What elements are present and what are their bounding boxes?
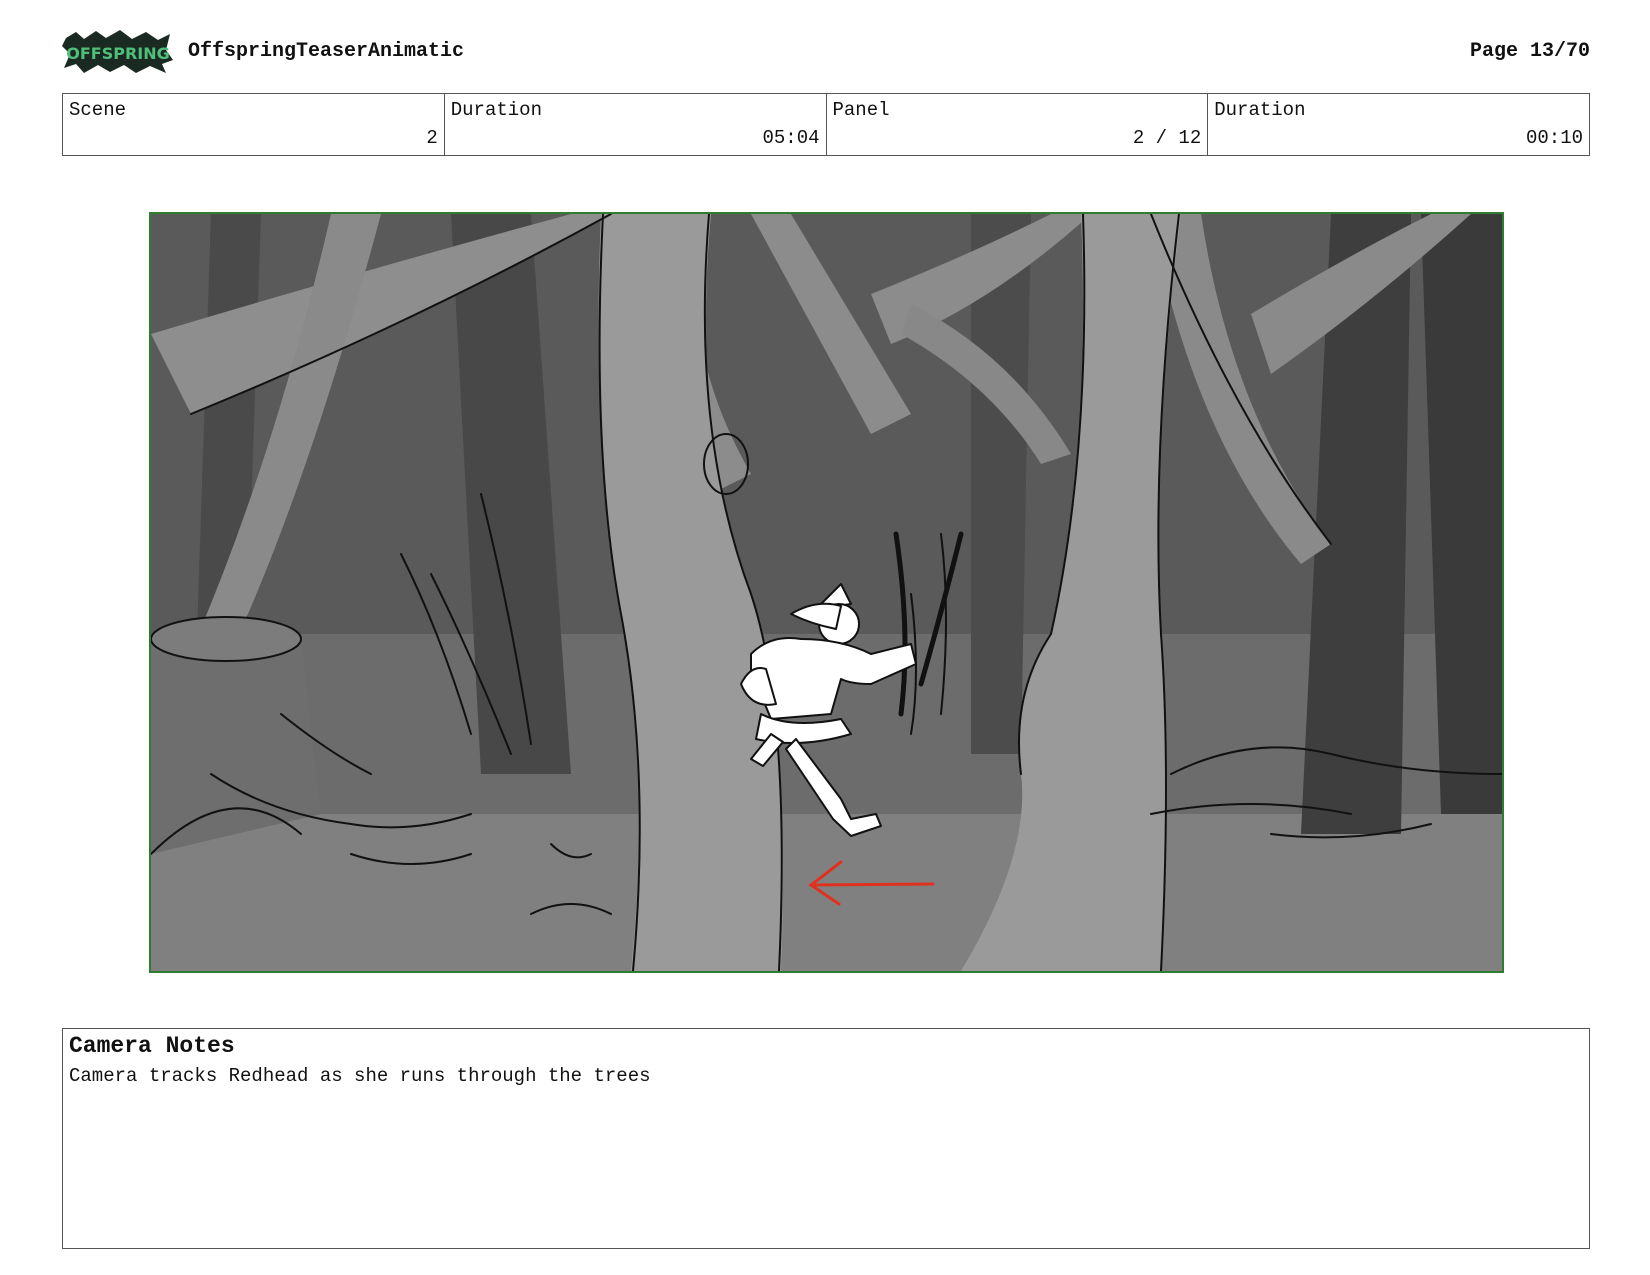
panel-duration-cell: Duration 00:10 xyxy=(1207,94,1589,155)
camera-notes-text: Camera tracks Redhead as she runs throug… xyxy=(69,1065,651,1087)
page-number: Page 13/70 xyxy=(1469,40,1590,63)
camera-notes: Camera Notes Camera tracks Redhead as sh… xyxy=(62,1028,1590,1249)
svg-text:OFFSPRING: OFFSPRING xyxy=(66,44,170,63)
scene-label: Scene xyxy=(69,99,127,121)
page-header: OFFSPRING OffspringTeaserAnimatic Page 1… xyxy=(62,28,1590,74)
panel-label: Panel xyxy=(832,99,890,121)
panel-cell: Panel 2 / 12 xyxy=(825,94,1208,155)
scene-value: 2 xyxy=(426,127,438,149)
offspring-logo: OFFSPRING xyxy=(62,30,173,73)
document-title: OffspringTeaserAnimatic xyxy=(188,40,465,63)
scene-duration-value: 05:04 xyxy=(762,127,820,149)
panel-value: 2 / 12 xyxy=(1132,127,1202,149)
panel-info-table: Scene 2 Duration 05:04 Panel 2 / 12 Dura… xyxy=(62,93,1590,156)
storyboard-panel-frame xyxy=(149,212,1504,973)
scene-duration-label: Duration xyxy=(450,99,542,121)
camera-notes-heading: Camera Notes xyxy=(69,1033,235,1059)
scene-duration-cell: Duration 05:04 xyxy=(443,94,826,155)
storyboard-sketch xyxy=(151,214,1502,971)
panel-duration-value: 00:10 xyxy=(1525,127,1583,149)
scene-cell: Scene 2 xyxy=(63,94,444,155)
panel-duration-label: Duration xyxy=(1214,99,1306,121)
